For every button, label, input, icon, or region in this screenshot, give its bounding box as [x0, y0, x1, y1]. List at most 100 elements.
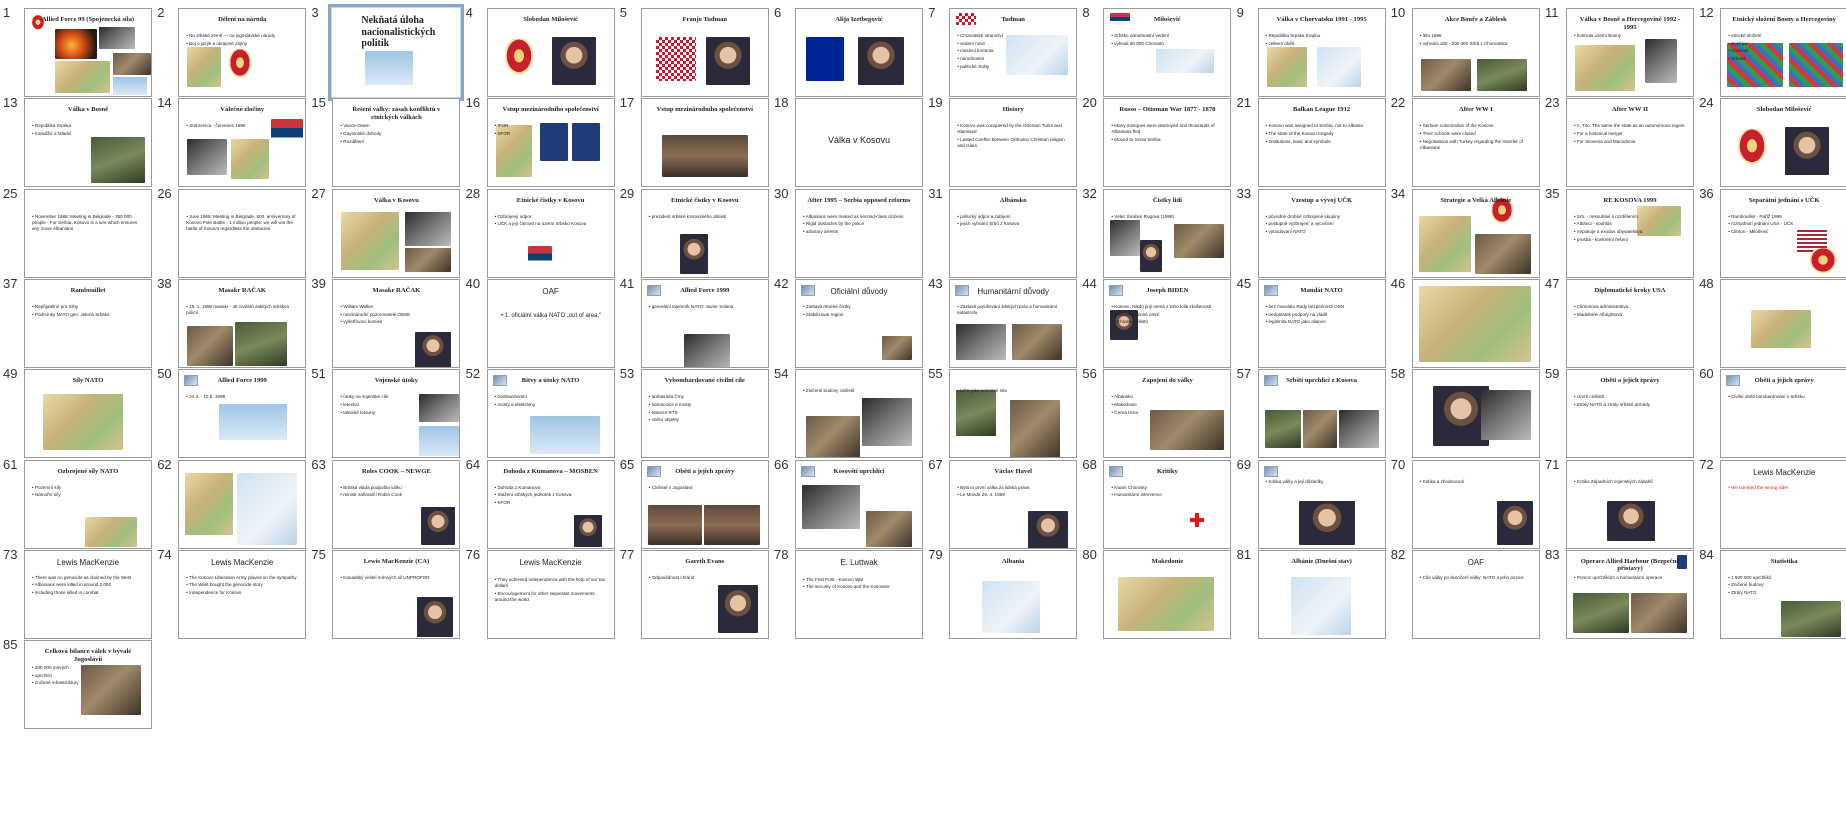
slide-thumbnail-40[interactable]: OAF 1. oficiální válka NATO „out of area.… — [486, 278, 615, 368]
slide-thumbnail-82[interactable]: OAF Cíle války po skončení války: NATO a … — [1411, 549, 1540, 639]
slide-thumbnail-13[interactable]: Válka v Bosně Republika Srpska Karadžić a … — [24, 98, 152, 188]
slide-bullet: Civilisté v Jugoslávii — [649, 485, 762, 491]
slide-thumbnail-15[interactable]: Řešení války: zásah konfliktů v etnickýc… — [332, 98, 461, 188]
slide-thumbnail-21[interactable]: Balkan League 1912 Kosovo was assigned to… — [1257, 98, 1386, 188]
slide-thumbnail-85[interactable]: Celková bilance válek v bývalé Jugoslávi… — [24, 640, 152, 730]
slide-thumbnail-59[interactable]: Oběti a jejich zprávy Úmrtí civilistů Ztrá… — [1566, 369, 1694, 459]
slide-thumbnail-9[interactable]: Válka v Chorvatsku 1991 - 1995 Republika … — [1257, 8, 1386, 97]
slide-thumbnail-56[interactable]: Zapojení do války Albánsko Makedonie Černá … — [1103, 369, 1232, 459]
slide-bullet: bombardování — [495, 394, 608, 400]
slide-thumbnail-41[interactable]: Allied Force 1999 generální tajemník NATO… — [640, 278, 769, 368]
slide-thumbnail-54[interactable]: Zničené budovy civilistů — [795, 369, 923, 459]
slide-thumbnail-12[interactable]: Etnický složení Bosny a Hercegoviny etnic… — [1720, 8, 1846, 97]
slide-thumbnail-50[interactable]: Allied Force 1999 24.3. - 10.6. 1999 — [178, 369, 307, 459]
slide-thumbnail-8[interactable]: Milošević Srbsko národnostní vedení vyhnal… — [1103, 8, 1232, 97]
slide-thumbnail-65[interactable]: Oběti a jejich zprávy Civilisté v Jugoslá… — [640, 459, 769, 549]
slide-bullets: Serbian colonization of the Kosovo Their … — [1420, 123, 1533, 152]
slide-thumbnail-7[interactable]: Tuđman Chorvatské stranictví vedení novema… — [949, 8, 1078, 97]
slide-thumbnail-49[interactable]: Síly NATO — [24, 369, 152, 459]
slide-thumbnail-66[interactable]: Kosovští uprchlíci — [795, 459, 923, 549]
slide-thumbnail-2[interactable]: Dělení na národa Na srbské země — na jugo… — [178, 8, 307, 97]
slide-thumbnail-61[interactable]: Ozbrojené síly NATO Pozemní sílyNámořní s… — [24, 459, 152, 549]
slide-thumbnail-55[interactable]: UČK jako pozemní síla — [949, 369, 1078, 459]
slide-picture — [225, 49, 256, 83]
slide-thumbnail-67[interactable]: Václav Havel Byla to první válka za lidsk… — [949, 459, 1078, 549]
slide-thumbnail-27[interactable]: Válka v Kosovu — [332, 188, 461, 278]
slide-title: Válečné zločiny — [220, 106, 265, 114]
slide-thumbnail-80[interactable]: Makedonie — [1103, 549, 1232, 639]
slide-thumbnail-51[interactable]: Vojenské útoky útoky na vojenské cíle lete… — [332, 369, 461, 459]
slide-thumbnail-62[interactable] — [178, 459, 307, 549]
slide-thumbnail-76[interactable]: Lewis MacKenzie They achieved independenc… — [486, 549, 615, 639]
slide-bullets: Kosovo: Nikdo jiný nemá z toho tolik zku… — [1111, 304, 1224, 327]
slide-thumbnail-73[interactable]: Lewis MacKenzie There was no genocide as … — [24, 549, 152, 639]
slide-thumbnail-4[interactable]: Slobodan Milošević — [486, 8, 615, 97]
slide-thumbnail-60[interactable]: Oběti a jejich zprávy Civilní oběti bomba… — [1720, 369, 1846, 459]
slide-thumbnail-14[interactable]: Válečné zločiny Srebrenica - červenec 199… — [178, 98, 307, 188]
slide-thumbnail-11[interactable]: Válka v Bosně a Hercegovině 1992 - 1995 k… — [1566, 8, 1694, 97]
slide-thumbnail-16[interactable]: Vstup mezinárodního společenství IFOR SFOR — [486, 98, 615, 188]
slide-thumbnail-6[interactable]: Alija Izetbegović — [795, 8, 923, 97]
slide-thumbnail-57[interactable]: Srbští uprchlíci z Kosova — [1257, 369, 1386, 459]
slide-thumbnail-20[interactable]: Russo – Ottoman War 1877 - 1878 Many mosq… — [1103, 98, 1232, 188]
slide-thumbnail-81[interactable]: Albánie (Dnešní stav) — [1257, 549, 1386, 639]
slide-thumbnail-64[interactable]: Dohoda z Kumanova – MOSBEN Dohoda z Kuman… — [486, 459, 615, 549]
slide-picture — [679, 233, 708, 274]
slide-thumbnail-3[interactable]: Nekňatá úloha nacionalistických politik — [328, 4, 465, 101]
slide-title: Joseph BIDEN — [1146, 286, 1189, 294]
slide-thumbnail-44[interactable]: Joseph BIDEN Kosovo: Nikdo jiný nemá z to… — [1103, 278, 1232, 368]
slide-thumbnail-63[interactable]: Roles COOK – NEWGE Britská vláda podpořil… — [332, 459, 461, 549]
slide-number: 85 — [3, 637, 18, 653]
slide-thumbnail-10[interactable]: Akce Bouře a Záblesk léto 1995 vyhnáni 150… — [1411, 8, 1540, 97]
slide-thumbnail-69[interactable]: Kritika války a její důsledky — [1257, 459, 1386, 549]
slide-thumbnail-45[interactable]: Mandát NATO bez mandátu Rady bezpečnosti … — [1257, 278, 1386, 368]
slide-title: Válka v Chorvatsku 1991 - 1995 — [1276, 16, 1367, 23]
slide-number: 81 — [1236, 546, 1252, 562]
slide-thumbnail-31[interactable]: Albánsko politický odpor a zabíjeníjejich… — [949, 188, 1078, 278]
slide-thumbnail-19[interactable]: History Kosovo was conquered by the Ottom… — [949, 98, 1078, 188]
slide-thumbnail-29[interactable]: Etnické čistky v Kosovu prezident srbské … — [640, 188, 769, 278]
slide-thumbnail-24[interactable]: Slobodan Milošević — [1720, 98, 1846, 188]
slide-thumbnail-77[interactable]: Gareth Evans Odpovědnost chránit — [640, 549, 769, 639]
slide-thumbnail-25[interactable]: November 1988: Meeting in Belgrade - 350… — [24, 188, 152, 278]
slide-picture — [703, 504, 760, 545]
slide-thumbnail-36[interactable]: Separátní jednání s UČK Rambouillet - Pař… — [1720, 188, 1846, 278]
slide-thumbnail-39[interactable]: Masakr RAČAK William Walker mezinárodní po… — [332, 278, 461, 368]
slide-thumbnail-1[interactable]: Allied Force 99 (Spojenecká síla) — [24, 8, 152, 97]
slide-thumbnail-38[interactable]: Masakr RAČAK 15. 1. 1999 masakr - 45 civi… — [178, 278, 307, 368]
slide-thumbnail-18[interactable]: Válka v Kosovu — [795, 98, 923, 188]
slide-thumbnail-83[interactable]: Operace Allied Harbour (Bezpečné přístav… — [1566, 549, 1694, 639]
slide-thumbnail-17[interactable]: Vstup mezinárodního společenství — [640, 98, 769, 188]
slide-thumbnail-70[interactable]: Kritika a zhodnocení — [1411, 459, 1540, 549]
slide-thumbnail-84[interactable]: Statistika 1 500 000 uprchlíkůZničené bud… — [1720, 549, 1846, 639]
slide-thumbnail-78[interactable]: E. Luttwak The First Post - Kosovo WarThe… — [795, 549, 923, 639]
slide-thumbnail-47[interactable]: Diplomatické kroky USA Clintonova adminis… — [1566, 278, 1694, 368]
slide-thumbnail-33[interactable]: Vzestup a vývoj UČK původně drobné ozbroj… — [1257, 188, 1386, 278]
slide-thumbnail-71[interactable]: Kritika Západních vojenských zásahů — [1566, 459, 1694, 549]
slide-thumbnail-68[interactable]: Kritiky Noam ChomskyHumanitární intervenc… — [1103, 459, 1232, 549]
slide-thumbnail-37[interactable]: Rambouillet Nepřijatelné pro Srby Podmínky… — [24, 278, 152, 368]
slide-thumbnail-72[interactable]: Lewis MacKenzie We bombed the wrong side! — [1720, 459, 1846, 549]
slide-thumbnail-32[interactable]: Čistky lidí Vetel: Ibrahim Rugova (1998) — [1103, 188, 1232, 278]
slide-thumbnail-75[interactable]: Lewis MacKenzie (CA) Kanadský velitel mír… — [332, 549, 461, 639]
slide-thumbnail-26[interactable]: June 1989: Meeting in Belgrade, 600. ann… — [178, 188, 307, 278]
slide-thumbnail-30[interactable]: After 1995 – Serbia opposed reforms Alban… — [795, 188, 923, 278]
slide-thumbnail-34[interactable]: Strategie a Velká Albánie — [1411, 188, 1540, 278]
slide-thumbnail-46[interactable] — [1411, 278, 1540, 368]
slide-thumbnail-52[interactable]: Bitvy a útoky NATO bombardování mosty a el… — [486, 369, 615, 459]
slide-thumbnail-22[interactable]: After WW I Serbian colonization of the Ko… — [1411, 98, 1540, 188]
slide-thumbnail-43[interactable]: Humanitární důvody Zastavit porušování li… — [949, 278, 1078, 368]
slide-bullet: ambasáda Číny — [649, 394, 762, 400]
slide-thumbnail-48[interactable] — [1720, 278, 1846, 368]
slide-thumbnail-5[interactable]: Franjo Tuđman — [640, 8, 769, 97]
slide-thumbnail-74[interactable]: Lewis MacKenzie The Kosovo Liberation Arm… — [178, 549, 307, 639]
slide-bullet: Karadžić a Mladić — [32, 131, 145, 137]
slide-thumbnail-58[interactable] — [1411, 369, 1540, 459]
slide-thumbnail-42[interactable]: Oficiální důvody Zastavit etnické čistky S… — [795, 278, 923, 368]
slide-thumbnail-23[interactable]: After WW II A. Tito: The same the state a… — [1566, 98, 1694, 188]
slide-thumbnail-79[interactable]: Albania — [949, 549, 1078, 639]
slide-bullet: 200 000 mrtvých — [32, 665, 145, 671]
slide-thumbnail-53[interactable]: Vybombardované civilní cíle ambasáda Číny… — [640, 369, 769, 459]
slide-thumbnail-35[interactable]: RE KOSOVA 1999 Srb. - nesouhlas s rozděle… — [1566, 188, 1694, 278]
slide-thumbnail-28[interactable]: Etnické čistky v Kosovu Ozbrojený odporUČ… — [486, 188, 615, 278]
